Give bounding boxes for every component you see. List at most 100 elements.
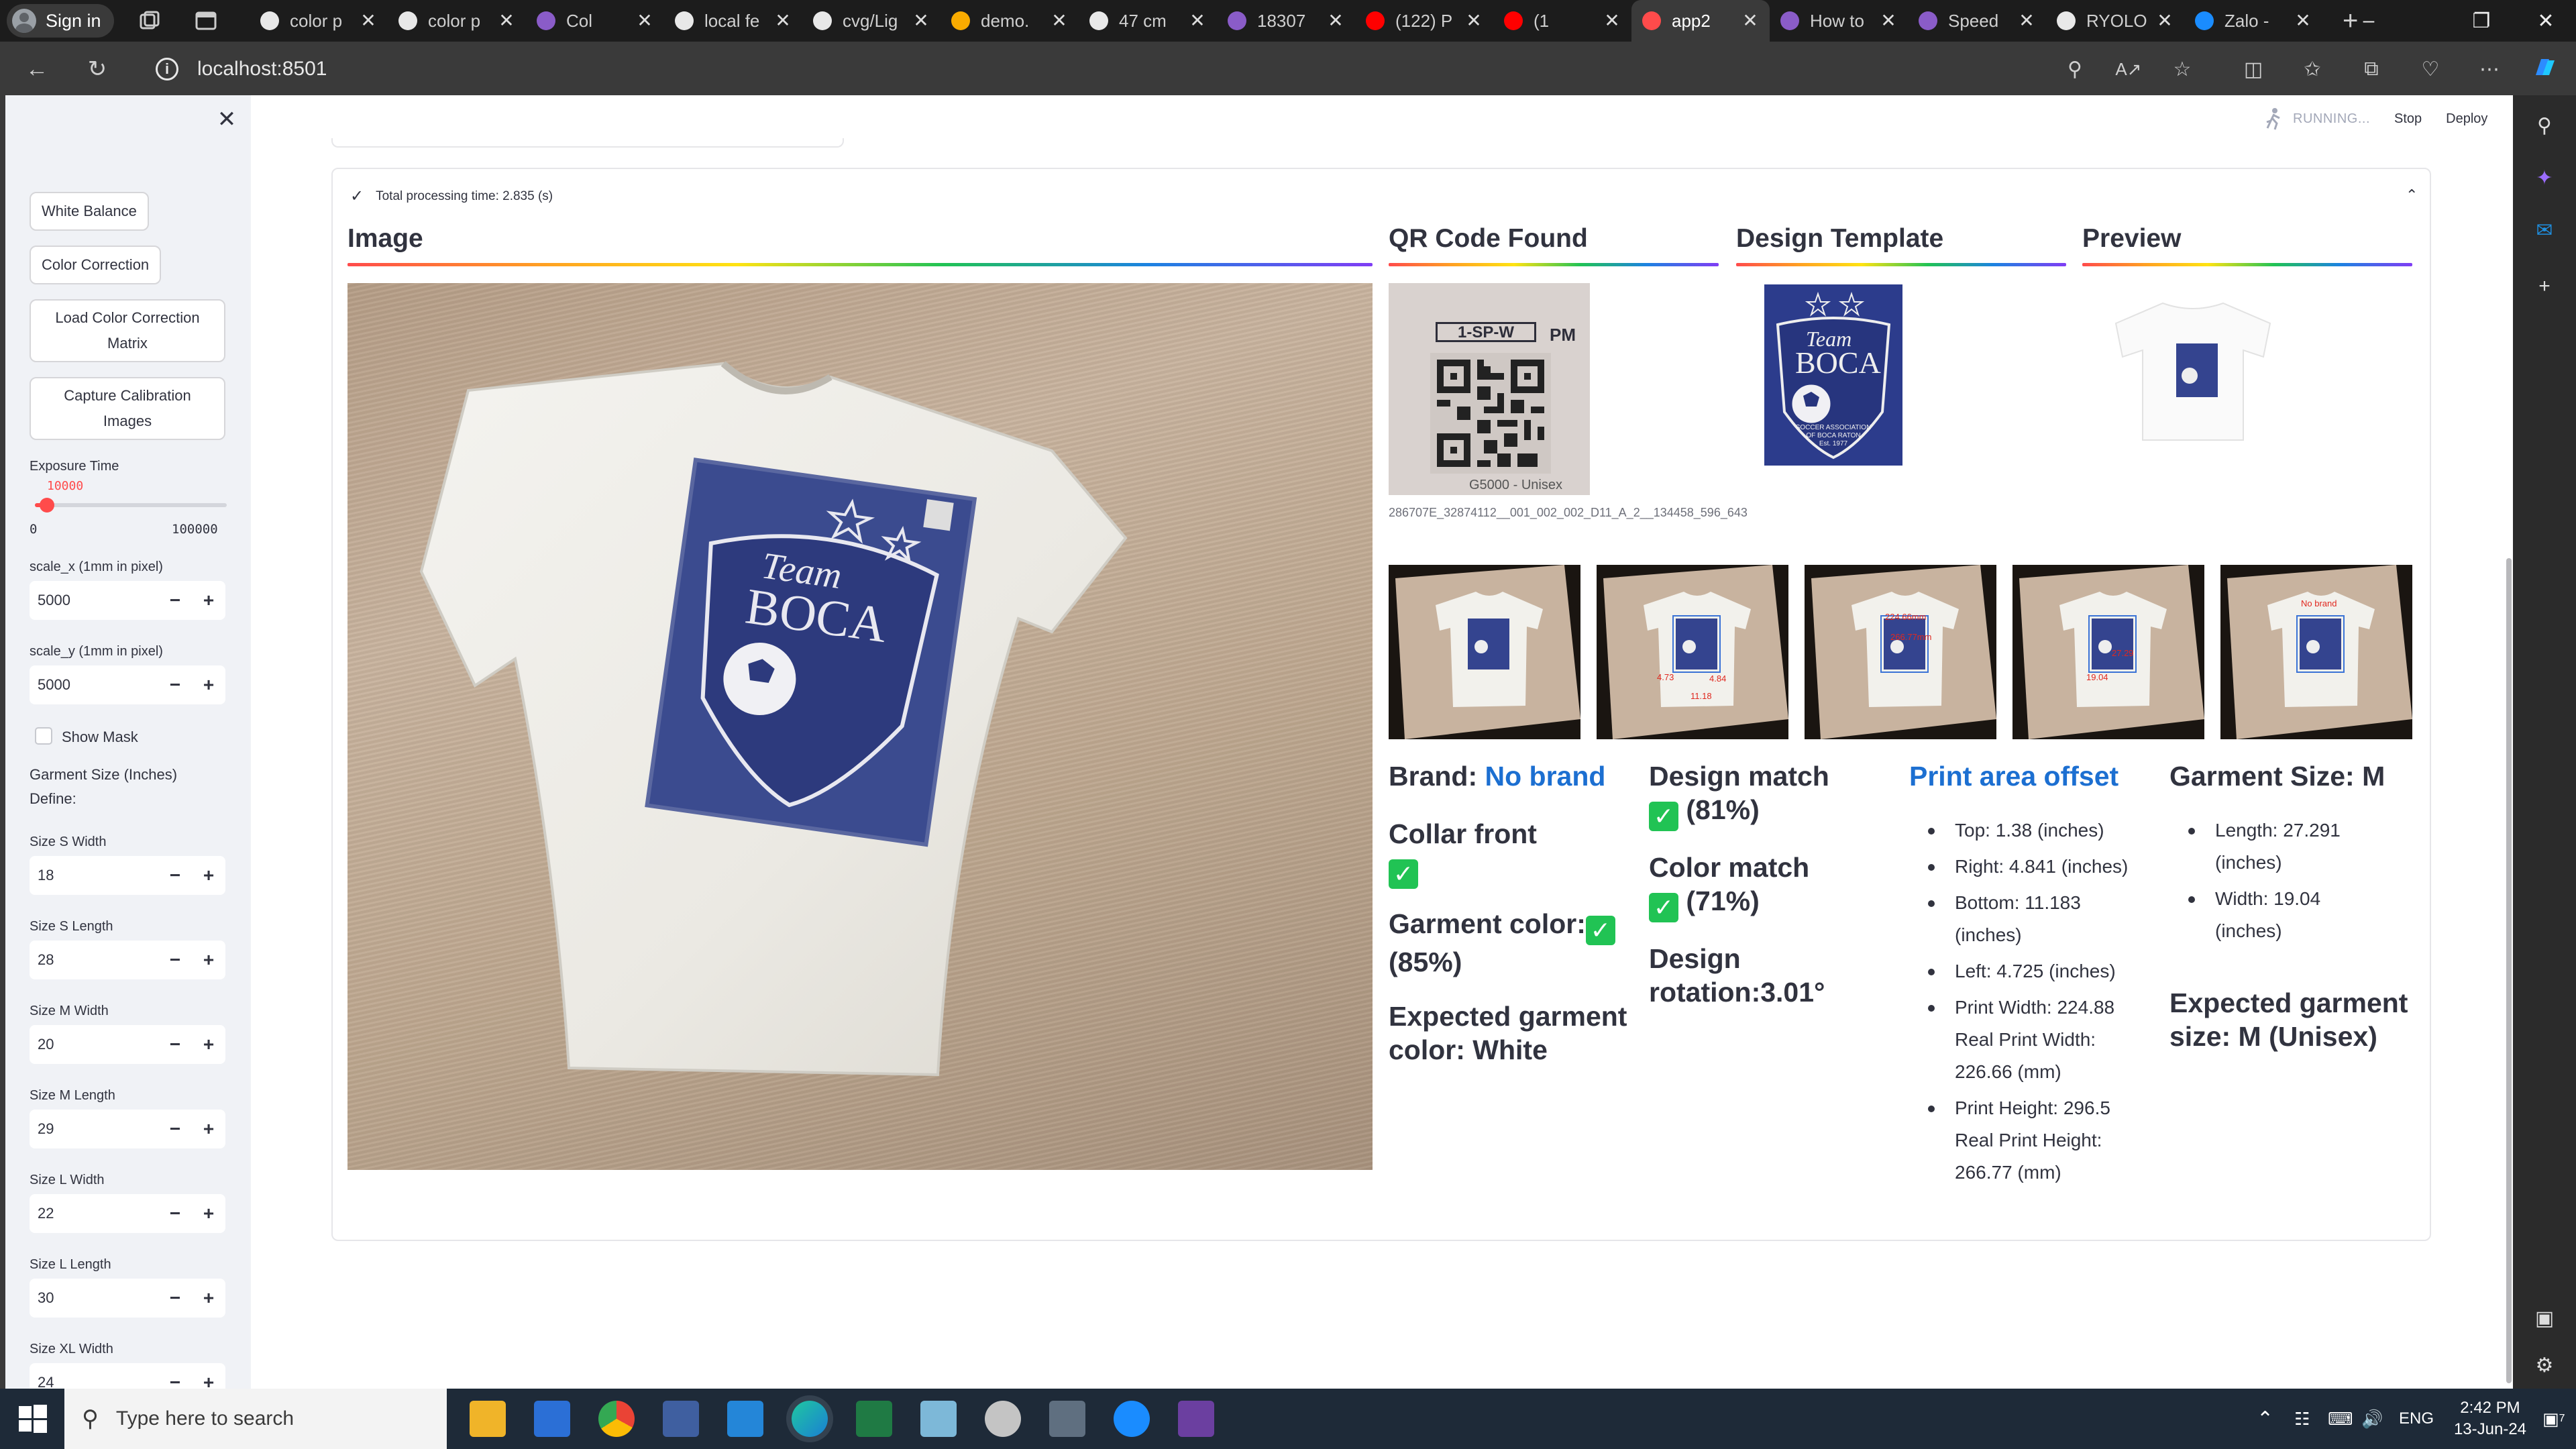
- close-tab-icon[interactable]: ✕: [1462, 9, 1485, 32]
- app-icon[interactable]: [1178, 1401, 1214, 1437]
- size-decrement-button[interactable]: −: [158, 1363, 192, 1389]
- page-scrollbar[interactable]: [2506, 558, 2512, 1383]
- add-sidebar-app-icon[interactable]: +: [2529, 271, 2560, 302]
- notepad-icon[interactable]: [920, 1401, 957, 1437]
- scale-x-increment-button[interactable]: +: [192, 581, 225, 620]
- close-tab-icon[interactable]: ✕: [1601, 9, 1623, 32]
- scale-y-input[interactable]: 5000 − +: [30, 665, 225, 704]
- browser-tab[interactable]: cvg/Lig ✕: [802, 0, 941, 42]
- refresh-button[interactable]: ↻: [83, 55, 111, 83]
- main-menu-icon[interactable]: ⋮: [2512, 108, 2513, 130]
- scale-x-input[interactable]: 5000 − +: [30, 581, 225, 620]
- size-number-input[interactable]: 18 − +: [30, 856, 225, 895]
- minimize-button[interactable]: –: [2339, 0, 2399, 42]
- vscode-icon[interactable]: [727, 1401, 763, 1437]
- close-sidebar-icon[interactable]: ✕: [215, 107, 239, 131]
- browser-tab[interactable]: How to ✕: [1770, 0, 1908, 42]
- file-explorer-icon[interactable]: [470, 1401, 506, 1437]
- browser-tab[interactable]: color p ✕: [388, 0, 526, 42]
- size-number-input[interactable]: 29 − +: [30, 1110, 225, 1148]
- screenshot-icon[interactable]: ▣: [2529, 1303, 2560, 1334]
- browser-tab[interactable]: Zalo - ✕: [2184, 0, 2322, 42]
- browser-tab[interactable]: color p ✕: [250, 0, 388, 42]
- size-decrement-button[interactable]: −: [158, 1110, 192, 1148]
- white-balance-button[interactable]: White Balance: [30, 192, 149, 231]
- browser-tab[interactable]: demo. ✕: [941, 0, 1079, 42]
- close-tab-icon[interactable]: ✕: [495, 9, 518, 32]
- size-decrement-button[interactable]: −: [158, 1194, 192, 1233]
- size-increment-button[interactable]: +: [192, 1025, 225, 1064]
- size-decrement-button[interactable]: −: [158, 941, 192, 979]
- size-number-input[interactable]: 28 − +: [30, 941, 225, 979]
- size-increment-button[interactable]: +: [192, 856, 225, 895]
- search-icon[interactable]: ⚲: [2529, 110, 2560, 141]
- show-mask-checkbox[interactable]: [35, 727, 52, 745]
- settings-gear-icon[interactable]: ⚙: [2529, 1350, 2560, 1381]
- back-button[interactable]: ←: [23, 55, 51, 83]
- stop-button[interactable]: Stop: [2394, 111, 2422, 127]
- chrome-icon[interactable]: [598, 1401, 635, 1437]
- favorites-icon[interactable]: ✩: [2297, 54, 2328, 85]
- size-decrement-button[interactable]: −: [158, 1025, 192, 1064]
- close-tab-icon[interactable]: ✕: [1048, 9, 1071, 32]
- browser-tab[interactable]: (122) P ✕: [1355, 0, 1493, 42]
- remote-desktop-icon[interactable]: [663, 1401, 699, 1437]
- browser-tab[interactable]: Col ✕: [526, 0, 664, 42]
- browser-tab[interactable]: 47 cm ✕: [1079, 0, 1217, 42]
- edge-icon[interactable]: [792, 1401, 828, 1437]
- size-decrement-button[interactable]: −: [158, 856, 192, 895]
- close-tab-icon[interactable]: ✕: [357, 9, 380, 32]
- close-tab-icon[interactable]: ✕: [1739, 9, 1762, 32]
- size-increment-button[interactable]: +: [192, 1110, 225, 1148]
- scale-y-decrement-button[interactable]: −: [158, 665, 192, 704]
- windows-start-icon[interactable]: [17, 1403, 48, 1434]
- close-tab-icon[interactable]: ✕: [1324, 9, 1347, 32]
- size-number-input[interactable]: 24 − +: [30, 1363, 225, 1389]
- size-number-input[interactable]: 20 − +: [30, 1025, 225, 1064]
- browser-tab[interactable]: Speed ✕: [1908, 0, 2046, 42]
- expander-header[interactable]: ✓ Total processing time: 2.835 (s): [350, 186, 553, 206]
- restore-button[interactable]: ❐: [2451, 0, 2512, 42]
- read-aloud-icon[interactable]: A↗: [2113, 54, 2144, 85]
- browser-tab[interactable]: 18307 ✕: [1217, 0, 1355, 42]
- language-indicator[interactable]: ENG: [2399, 1389, 2434, 1449]
- keyboard-icon[interactable]: ⌨: [2328, 1389, 2353, 1449]
- url-field[interactable]: i localhost:8501: [156, 52, 2168, 86]
- clock[interactable]: 2:42 PM 13-Jun-24: [2450, 1389, 2530, 1449]
- notification-icon[interactable]: ▣ 7: [2542, 1389, 2565, 1449]
- deploy-button[interactable]: Deploy: [2446, 111, 2487, 127]
- calculator-icon[interactable]: [1049, 1401, 1085, 1437]
- tab-actions-icon[interactable]: [193, 8, 219, 34]
- close-tab-icon[interactable]: ✕: [2015, 9, 2038, 32]
- close-tab-icon[interactable]: ✕: [1877, 9, 1900, 32]
- split-screen-icon[interactable]: ◫: [2238, 54, 2269, 85]
- size-increment-button[interactable]: +: [192, 1363, 225, 1389]
- taskbar-search-box[interactable]: ⚲ Type here to search: [64, 1389, 447, 1449]
- browser-tab[interactable]: (1 ✕: [1493, 0, 1631, 42]
- color-correction-button[interactable]: Color Correction: [30, 246, 162, 284]
- exposure-slider-track[interactable]: [35, 503, 227, 507]
- browser-tab[interactable]: local fe ✕: [664, 0, 802, 42]
- size-number-input[interactable]: 22 − +: [30, 1194, 225, 1233]
- profile-signin-button[interactable]: Sign in: [7, 4, 114, 38]
- scale-x-decrement-button[interactable]: −: [158, 581, 192, 620]
- scale-y-increment-button[interactable]: +: [192, 665, 225, 704]
- store-icon[interactable]: [534, 1401, 570, 1437]
- close-tab-icon[interactable]: ✕: [771, 9, 794, 32]
- zoom-icon[interactable]: ⚲: [2059, 54, 2090, 85]
- outlook-icon[interactable]: ✉: [2529, 215, 2560, 246]
- browser-tab[interactable]: app2 ✕: [1631, 0, 1770, 42]
- collections-icon[interactable]: ⧉: [2356, 54, 2387, 85]
- close-tab-icon[interactable]: ✕: [2153, 9, 2176, 32]
- close-window-button[interactable]: ✕: [2516, 0, 2576, 42]
- size-decrement-button[interactable]: −: [158, 1279, 192, 1318]
- close-tab-icon[interactable]: ✕: [1186, 9, 1209, 32]
- favorite-star-icon[interactable]: ☆: [2167, 54, 2198, 85]
- size-increment-button[interactable]: +: [192, 1279, 225, 1318]
- paint-icon[interactable]: [985, 1401, 1021, 1437]
- site-info-icon[interactable]: i: [156, 58, 178, 80]
- size-increment-button[interactable]: +: [192, 1194, 225, 1233]
- close-tab-icon[interactable]: ✕: [2292, 9, 2314, 32]
- chevron-up-icon[interactable]: ⌃: [2406, 186, 2418, 204]
- more-menu-icon[interactable]: ⋯: [2474, 54, 2505, 85]
